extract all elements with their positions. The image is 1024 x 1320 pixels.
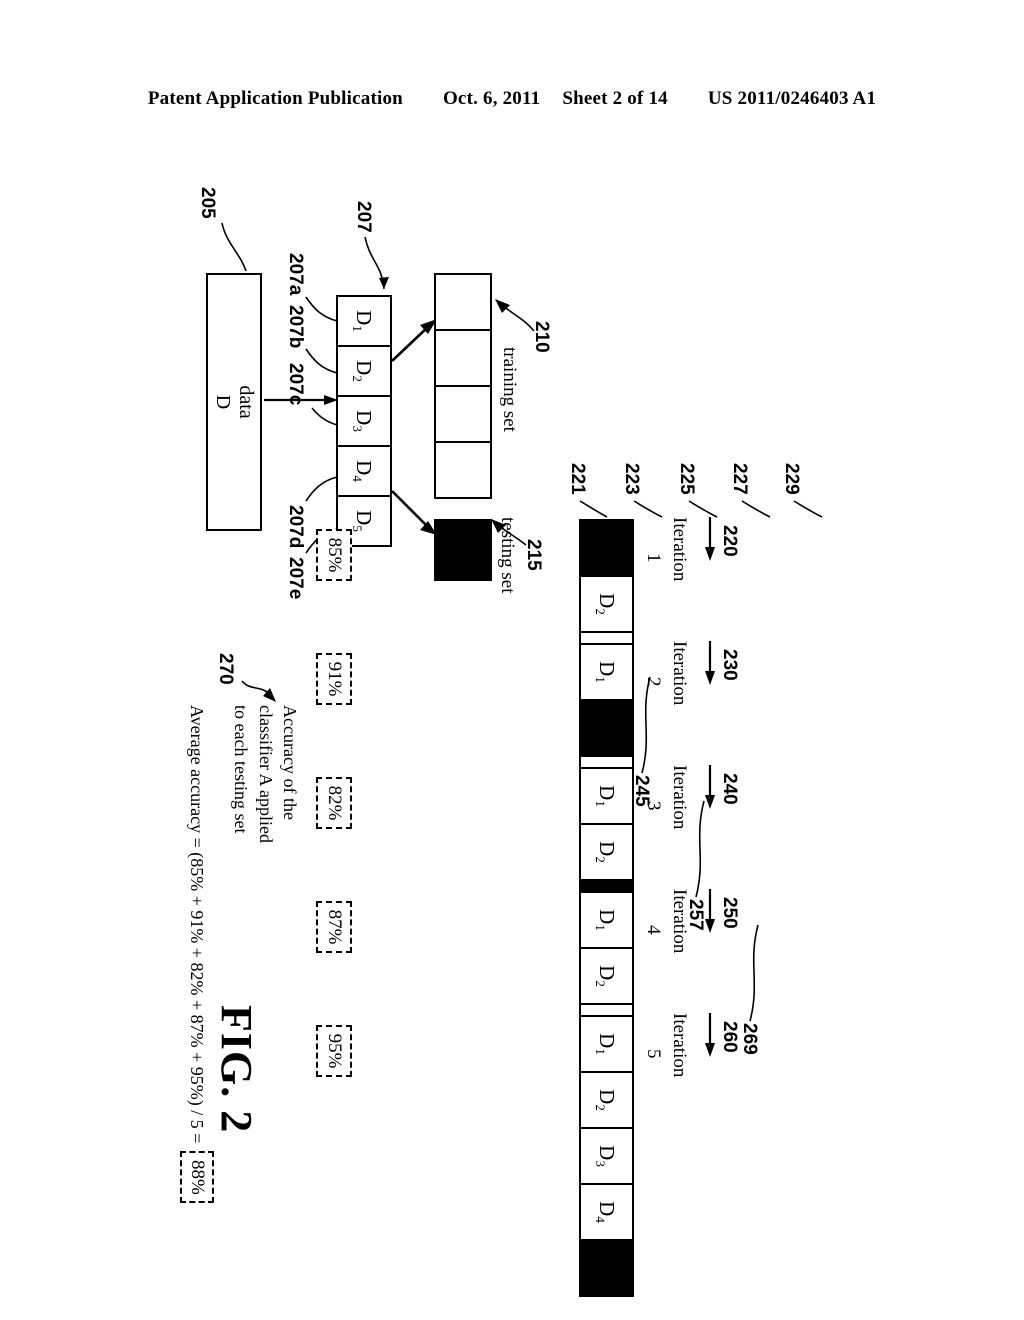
accuracy-note-line1: Accuracy of the	[280, 705, 300, 820]
iteration-accuracy-1: 85%	[316, 529, 352, 581]
ref-229: 229	[781, 463, 802, 495]
cell-label: D2	[593, 841, 619, 863]
ref-240: 240	[719, 773, 740, 805]
iteration-5-cell-4: D4	[579, 1183, 634, 1241]
ref-227: 227	[729, 463, 750, 495]
partition-cell-207b: D2	[336, 345, 392, 397]
iteration-3-cell-1: D1	[579, 767, 634, 825]
cell-label: D5	[350, 510, 377, 532]
iteration-5-cell-1: D1	[579, 1015, 634, 1073]
iteration-accuracy-3: 82%	[316, 777, 352, 829]
ref-207c: 207c	[285, 363, 306, 406]
iteration-3-cell-2: D2	[579, 823, 634, 881]
figure-2-canvas: 205 data D 207 D1 D2 D3 D4 D5 207a 207b 207c…	[162, 125, 862, 1297]
iteration-number-3: 3	[643, 801, 664, 811]
cell-label: D1	[593, 1033, 619, 1055]
partition-row: D1 D2 D3 D4 D5	[336, 295, 392, 547]
iteration-5-cell-5	[579, 1239, 634, 1297]
iteration-word-3: Iteration	[669, 765, 690, 830]
average-accuracy-row: Average accuracy = (85% + 91% + 82% + 87…	[180, 705, 214, 1204]
iteration-word-5: Iteration	[669, 1013, 690, 1078]
iteration-number-2: 2	[643, 677, 664, 687]
iteration-number-1: 1	[643, 553, 664, 563]
ref-221: 221	[567, 463, 588, 495]
ref-260: 260	[719, 1021, 740, 1053]
cell-label: D1	[350, 310, 377, 332]
cell-label: D3	[593, 1145, 619, 1167]
testing-set-cell	[434, 519, 492, 581]
ref-207d: 207d	[285, 505, 306, 549]
ref-207: 207	[353, 201, 374, 233]
iteration-word-2: Iteration	[669, 641, 690, 706]
cell-label: D4	[593, 1201, 619, 1223]
iteration-1-cell-2: D2	[579, 575, 634, 633]
ref-250: 250	[719, 897, 740, 929]
ref-225: 225	[676, 463, 697, 495]
cell-label: D1	[593, 785, 619, 807]
data-source-line1: data	[235, 385, 257, 419]
accuracy-note-line2: classifier A applied	[255, 705, 276, 843]
iteration-1-cell-1	[579, 519, 634, 577]
average-accuracy-result: 88%	[180, 1151, 214, 1204]
training-set-label: training set	[499, 347, 520, 432]
iteration-4-cell-2: D2	[579, 947, 634, 1005]
average-accuracy-formula: Average accuracy = (85% + 91% + 82% + 87…	[187, 705, 208, 1144]
figure-rotation-wrapper: 205 data D 207 D1 D2 D3 D4 D5 207a 207b 207c…	[0, 0, 1024, 1320]
iteration-4-cell-1: D1	[579, 891, 634, 949]
cell-label: D2	[593, 965, 619, 987]
iteration-accuracy-2: 91%	[316, 653, 352, 705]
cell-label: D4	[350, 460, 377, 482]
iteration-word-4: Iteration	[669, 889, 690, 954]
iteration-2-cell-2	[579, 699, 634, 757]
ref-230: 230	[719, 649, 740, 681]
cell-label: D1	[593, 909, 619, 931]
iteration-number-5: 5	[643, 1049, 664, 1059]
ref-207b: 207b	[285, 305, 306, 349]
partition-cell-207c: D3	[336, 395, 392, 447]
accuracy-note-line3: to each testing set	[231, 705, 252, 834]
ref-210: 210	[531, 321, 552, 353]
iteration-5-cell-2: D2	[579, 1071, 634, 1129]
iteration-accuracy-5: 95%	[316, 1025, 352, 1077]
iteration-word-1: Iteration	[669, 517, 690, 582]
data-source-line2: D	[212, 394, 234, 410]
iteration-accuracy-4: 87%	[316, 901, 352, 953]
ref-215: 215	[523, 539, 544, 571]
cell-label: D3	[350, 410, 377, 432]
cell-label: D2	[350, 360, 377, 382]
partition-cell-207d: D4	[336, 445, 392, 497]
ref-269: 269	[739, 1023, 760, 1055]
cell-label: D2	[593, 593, 619, 615]
training-cell-3	[434, 385, 492, 443]
data-source-box: data D	[206, 273, 262, 531]
figure-caption: FIG. 2	[212, 1005, 261, 1134]
iteration-2-cell-1: D1	[579, 643, 634, 701]
training-set-row	[434, 273, 492, 499]
testing-set-label: testing set	[497, 517, 518, 594]
ref-207e: 207e	[285, 557, 306, 600]
iteration-5-cell-3: D3	[579, 1127, 634, 1185]
training-cell-2	[434, 329, 492, 387]
partition-cell-207a: D1	[336, 295, 392, 347]
cell-label: D2	[593, 1089, 619, 1111]
training-cell-4	[434, 441, 492, 499]
iteration-row-5: D1 D2 D3 D4	[579, 1015, 634, 1297]
training-cell-1	[434, 273, 492, 331]
ref-205: 205	[197, 187, 218, 219]
accuracy-note: Accuracy of the classifier A applied to …	[229, 705, 302, 843]
iteration-number-4: 4	[643, 925, 664, 935]
cell-label: D1	[593, 661, 619, 683]
ref-223: 223	[621, 463, 642, 495]
ref-270: 270	[215, 653, 236, 685]
ref-220: 220	[719, 525, 740, 557]
ref-207a: 207a	[285, 253, 306, 296]
